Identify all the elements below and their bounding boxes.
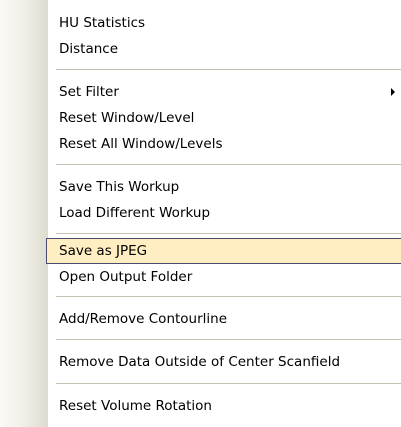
menu-item-label: HU Statistics [59,15,146,31]
menu-separator [56,233,401,234]
menu-item-reset-volume-rotation[interactable]: Reset Volume Rotation [0,393,401,419]
menu-item-reset-all-window-levels[interactable]: Reset All Window/Levels [0,131,401,157]
menu-item-label: Load Different Workup [59,205,211,221]
menu-item-label: Reset Window/Level [59,110,195,126]
menu-item-add-remove-contourline[interactable]: Add/Remove Contourline [0,306,401,332]
menu-item-label: Reset Volume Rotation [59,398,212,414]
menu-item-remove-data-outside-center-scanfield[interactable]: Remove Data Outside of Center Scanfield [0,349,401,375]
menu-item-hu-statistics[interactable]: HU Statistics [0,10,401,36]
menu-separator [56,339,401,340]
menu-item-save-as-jpeg[interactable]: Save as JPEG [46,238,401,264]
menu-item-load-different-workup[interactable]: Load Different Workup [0,200,401,226]
menu-item-label: Open Output Folder [59,269,193,285]
context-menu: HU Statistics Distance Set Filter Reset … [0,0,401,427]
submenu-arrow-icon [391,88,395,96]
menu-item-save-this-workup[interactable]: Save This Workup [0,174,401,200]
menu-separator [56,383,401,384]
menu-item-reset-window-level[interactable]: Reset Window/Level [0,105,401,131]
menu-separator [56,69,401,70]
menu-item-label: Save as JPEG [59,243,148,259]
menu-item-set-filter[interactable]: Set Filter [0,79,401,105]
menu-separator [56,296,401,297]
menu-item-label: Distance [59,41,119,57]
menu-item-label: Remove Data Outside of Center Scanfield [59,354,341,370]
menu-item-open-output-folder[interactable]: Open Output Folder [0,264,401,290]
menu-separator [56,164,401,165]
menu-item-distance[interactable]: Distance [0,36,401,62]
menu-item-label: Set Filter [59,84,119,100]
menu-item-label: Reset All Window/Levels [59,136,223,152]
menu-item-label: Add/Remove Contourline [59,311,228,327]
menu-item-label: Save This Workup [59,179,180,195]
